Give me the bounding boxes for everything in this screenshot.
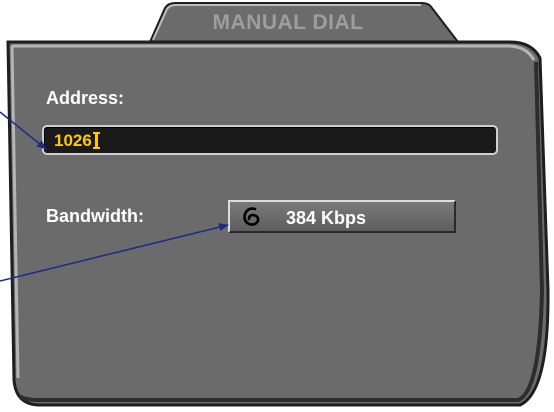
bandwidth-button[interactable]: 384 Kbps [228,200,456,233]
dialog-title: MANUAL DIAL [212,11,364,34]
text-cursor-icon [92,132,100,149]
address-label: Address: [46,88,125,108]
bandwidth-value: 384 Kbps [286,208,367,228]
manual-dial-screen: MANUAL DIAL Address: 1026 Bandwidth: 384… [0,0,554,412]
address-value-wrapper: 1026 [54,129,100,153]
address-input[interactable]: 1026 [42,125,498,155]
address-value: 1026 [54,131,92,150]
bandwidth-label: Bandwidth: [46,206,144,226]
cycle-icon [243,207,260,226]
